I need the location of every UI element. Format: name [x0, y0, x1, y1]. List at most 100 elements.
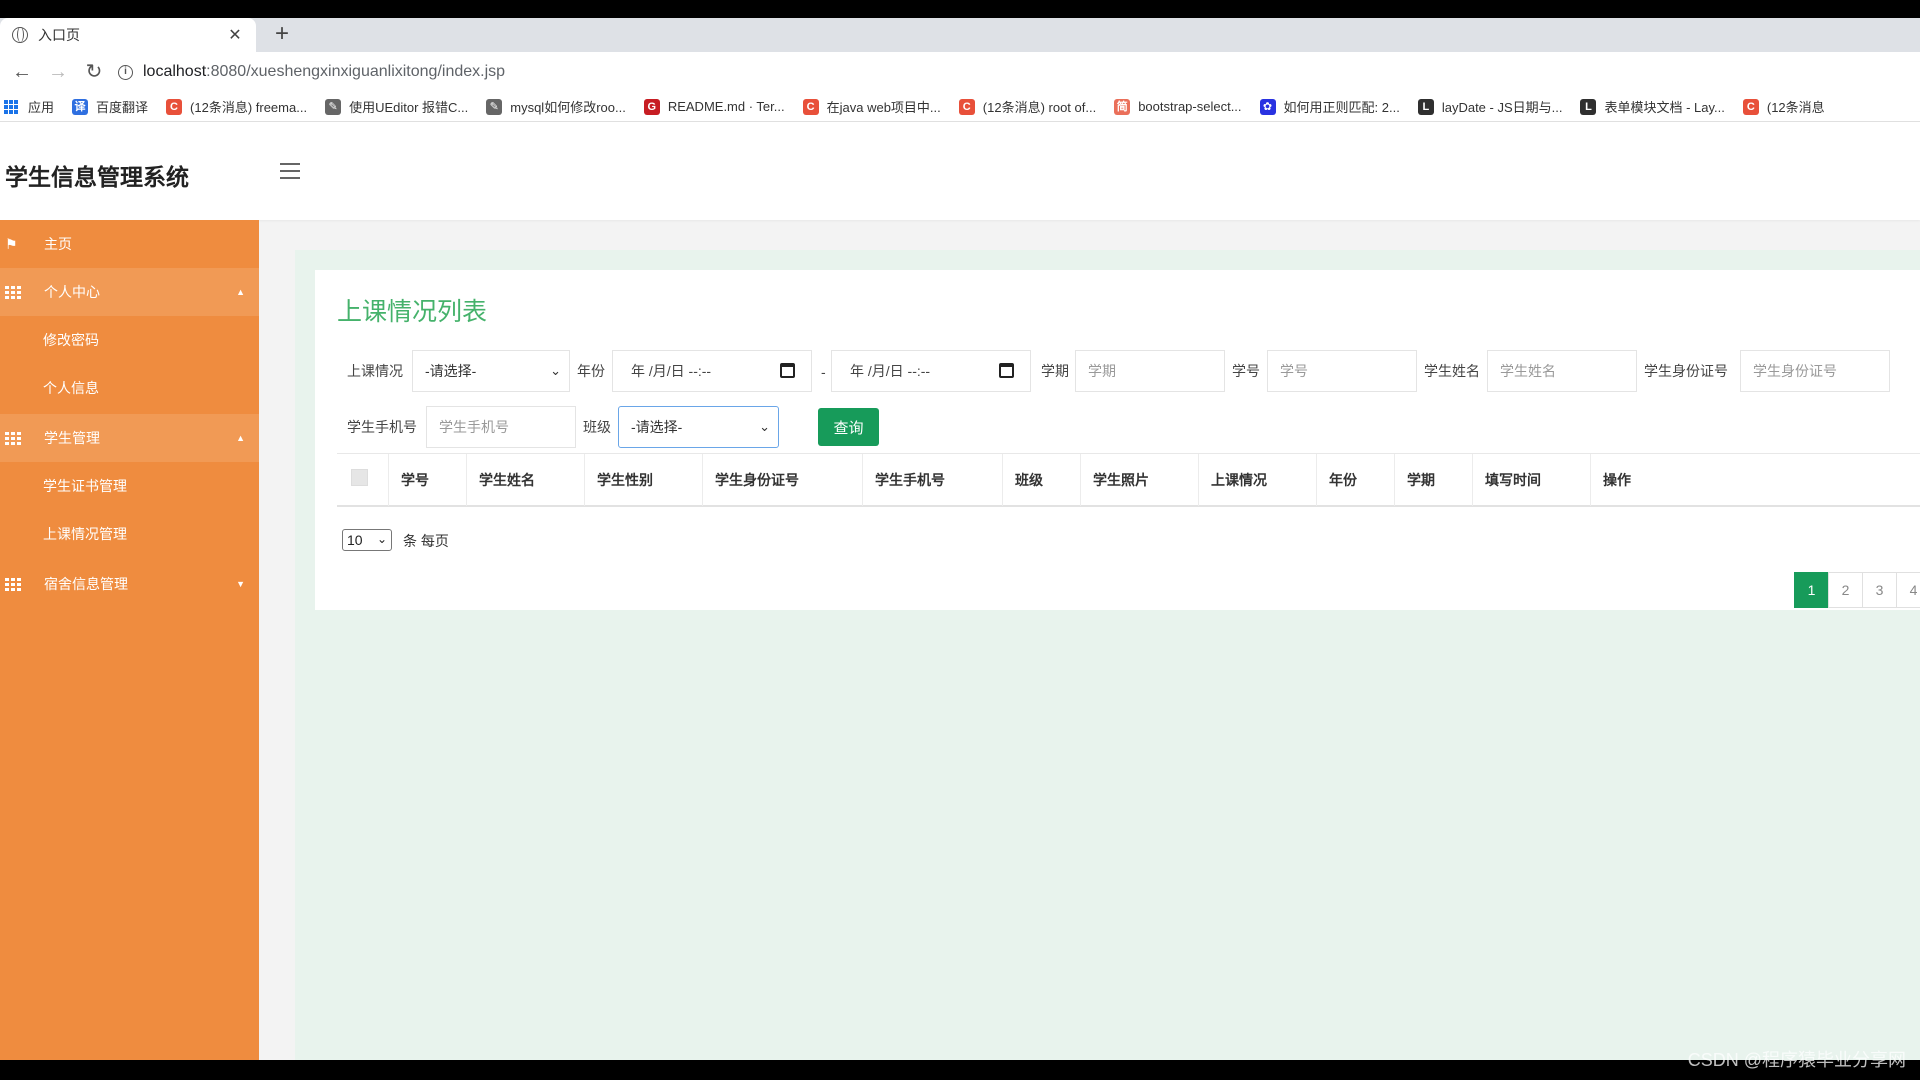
- calendar-icon[interactable]: [780, 363, 795, 378]
- bookmark-label: 在java web项目中...: [826, 100, 941, 115]
- bookmark-item[interactable]: 译百度翻译: [72, 97, 148, 116]
- sidebar: ⚑ 主页 个人中心 ▲ 修改密码 个人信息 学生管理 ▲ 学生证书管理 上课情况…: [0, 220, 259, 1060]
- sidebar-item-certificate-management[interactable]: 学生证书管理: [0, 462, 259, 510]
- sidebar-item-attendance-management[interactable]: 上课情况管理: [0, 510, 259, 558]
- bookmark-label: 如何用正则匹配: 2...: [1283, 100, 1400, 115]
- sidebar-group-personal-center[interactable]: 个人中心 ▲: [0, 268, 259, 316]
- page-button[interactable]: 4: [1896, 572, 1920, 608]
- column-header[interactable]: 学号: [388, 454, 466, 506]
- sidebar-item-label: 个人中心: [44, 284, 100, 300]
- year-to-input[interactable]: 年 /月/日 --:--: [831, 350, 1031, 392]
- screen-letterbox-bottom: [0, 1060, 1920, 1080]
- browser-tab[interactable]: 入口页 ✕: [0, 18, 256, 52]
- id-input[interactable]: 学生身份证号: [1740, 350, 1890, 392]
- year-from-value: 年 /月/日 --:--: [631, 363, 712, 379]
- bookmark-item[interactable]: ✎ 使用UEditor 报错C...: [325, 97, 468, 116]
- attendance-select[interactable]: -请选择- ⌄: [412, 350, 570, 392]
- sidebar-item-label: 个人信息: [43, 380, 99, 396]
- new-tab-button[interactable]: +: [268, 21, 296, 49]
- column-header[interactable]: 学生照片: [1080, 454, 1198, 506]
- name-input[interactable]: 学生姓名: [1487, 350, 1637, 392]
- csdn-icon: C: [1742, 98, 1759, 115]
- bookmark-item[interactable]: ✎ mysql如何修改roo...: [486, 97, 626, 116]
- bookmark-item[interactable]: 简 bootstrap-select...: [1114, 98, 1242, 115]
- web-page: 学生信息管理系统 ⚑ 主页 个人中心 ▲ 修改密码 个人信息 学生管理 ▲ 学生…: [0, 122, 1920, 1060]
- baidu-icon: ✿: [1259, 98, 1276, 115]
- browser-tabstrip: 入口页 ✕ +: [0, 18, 1920, 52]
- bookmark-item[interactable]: 应用: [4, 97, 54, 116]
- column-header[interactable]: 学期: [1394, 454, 1472, 506]
- forward-arrow-icon[interactable]: →: [44, 58, 72, 86]
- chevron-down-icon: ⌄: [550, 363, 561, 378]
- column-header[interactable]: 学生身份证号: [702, 454, 862, 506]
- tab-title: 入口页: [38, 27, 80, 43]
- pagination: 1234: [1794, 572, 1920, 608]
- reload-icon[interactable]: ↻: [80, 58, 108, 86]
- term-input[interactable]: 学期: [1075, 350, 1225, 392]
- column-header[interactable]: 学生性别: [584, 454, 702, 506]
- bookmark-item[interactable]: G README.md · Ter...: [643, 98, 785, 115]
- address-bar[interactable]: i localhost:8080/xueshengxinxiguanlixito…: [108, 57, 1908, 87]
- bookmarks-bar: 应用 译百度翻译 C (12条消息) freema... ✎ 使用UEditor 报错C.…: [0, 92, 1920, 122]
- bookmark-item[interactable]: C 在java web项目中...: [802, 97, 941, 116]
- name-filter-label: 学生姓名: [1424, 363, 1480, 379]
- phone-filter-label: 学生手机号: [347, 419, 417, 435]
- bookmark-item[interactable]: C (12条消息: [1742, 97, 1825, 116]
- layui-icon: L: [1417, 98, 1434, 115]
- bookmark-label: 百度翻译: [96, 100, 149, 115]
- sidebar-item-change-password[interactable]: 修改密码: [0, 316, 259, 364]
- bookmark-label: bootstrap-select...: [1138, 99, 1242, 114]
- bookmark-item[interactable]: L 表单模块文档 - Lay...: [1580, 97, 1725, 116]
- column-header[interactable]: 学生姓名: [466, 454, 584, 506]
- class-filter-label: 班级: [583, 419, 611, 435]
- column-header[interactable]: 上课情况: [1198, 454, 1316, 506]
- translate-icon: 译: [72, 98, 89, 115]
- class-select[interactable]: -请选择- ⌄: [618, 406, 779, 448]
- phone-input[interactable]: 学生手机号: [426, 406, 576, 448]
- query-button[interactable]: 查询: [818, 408, 879, 446]
- page-button[interactable]: 1: [1794, 572, 1829, 608]
- select-all-checkbox[interactable]: [351, 469, 368, 486]
- sidebar-item-label: 上课情况管理: [43, 526, 127, 542]
- sidebar-item-personal-info[interactable]: 个人信息: [0, 364, 259, 412]
- caret-down-icon: ▼: [236, 579, 245, 589]
- column-header[interactable]: 年份: [1316, 454, 1394, 506]
- apps-icon: [4, 99, 18, 114]
- bookmark-item[interactable]: LlayDate - JS日期与...: [1417, 97, 1562, 116]
- student-no-placeholder: 学号: [1280, 363, 1308, 379]
- back-arrow-icon[interactable]: ←: [8, 58, 36, 86]
- layui-icon: L: [1580, 98, 1597, 115]
- page-title: 上课情况列表: [337, 298, 488, 326]
- calendar-icon[interactable]: [999, 363, 1014, 378]
- sidebar-group-student-management[interactable]: 学生管理 ▲: [0, 414, 259, 462]
- app-brand: 学生信息管理系统: [5, 164, 189, 190]
- sidebar-item-label: 宿舍信息管理: [44, 576, 128, 592]
- student-no-filter-label: 学号: [1232, 363, 1260, 379]
- attendance-select-value: -请选择-: [425, 363, 477, 379]
- page-size-select[interactable]: 10 ⌄: [342, 529, 392, 551]
- id-placeholder: 学生身份证号: [1753, 363, 1837, 379]
- tab-close-icon[interactable]: ✕: [226, 25, 244, 45]
- bookmark-item[interactable]: C (12条消息) freema...: [166, 97, 307, 116]
- site-info-icon[interactable]: i: [118, 64, 133, 80]
- page-button[interactable]: 3: [1862, 572, 1897, 608]
- menu-toggle-icon[interactable]: [280, 163, 300, 179]
- csdn-icon: C: [166, 98, 183, 115]
- bookmark-label: mysql如何修改roo...: [510, 100, 626, 115]
- ueditor-icon: ✎: [325, 98, 342, 115]
- grid-icon: [5, 577, 21, 591]
- caret-up-icon: ▲: [236, 433, 245, 443]
- column-header[interactable]: 班级: [1002, 454, 1080, 506]
- column-header[interactable]: 学生手机号: [862, 454, 1002, 506]
- column-header[interactable]: 操作: [1590, 454, 1650, 506]
- bookmark-item[interactable]: C (12条消息) root of...: [958, 97, 1096, 116]
- page-button[interactable]: 2: [1828, 572, 1863, 608]
- csdn-icon: C: [958, 98, 975, 115]
- sidebar-item-home[interactable]: ⚑ 主页: [0, 220, 259, 268]
- year-from-input[interactable]: 年 /月/日 --:--: [612, 350, 812, 392]
- student-no-input[interactable]: 学号: [1267, 350, 1417, 392]
- column-header[interactable]: 填写时间: [1472, 454, 1590, 506]
- sidebar-group-dorm-management[interactable]: 宿舍信息管理 ▼: [0, 560, 259, 608]
- term-filter-label: 学期: [1041, 363, 1069, 379]
- bookmark-item[interactable]: ✿ 如何用正则匹配: 2...: [1259, 97, 1400, 116]
